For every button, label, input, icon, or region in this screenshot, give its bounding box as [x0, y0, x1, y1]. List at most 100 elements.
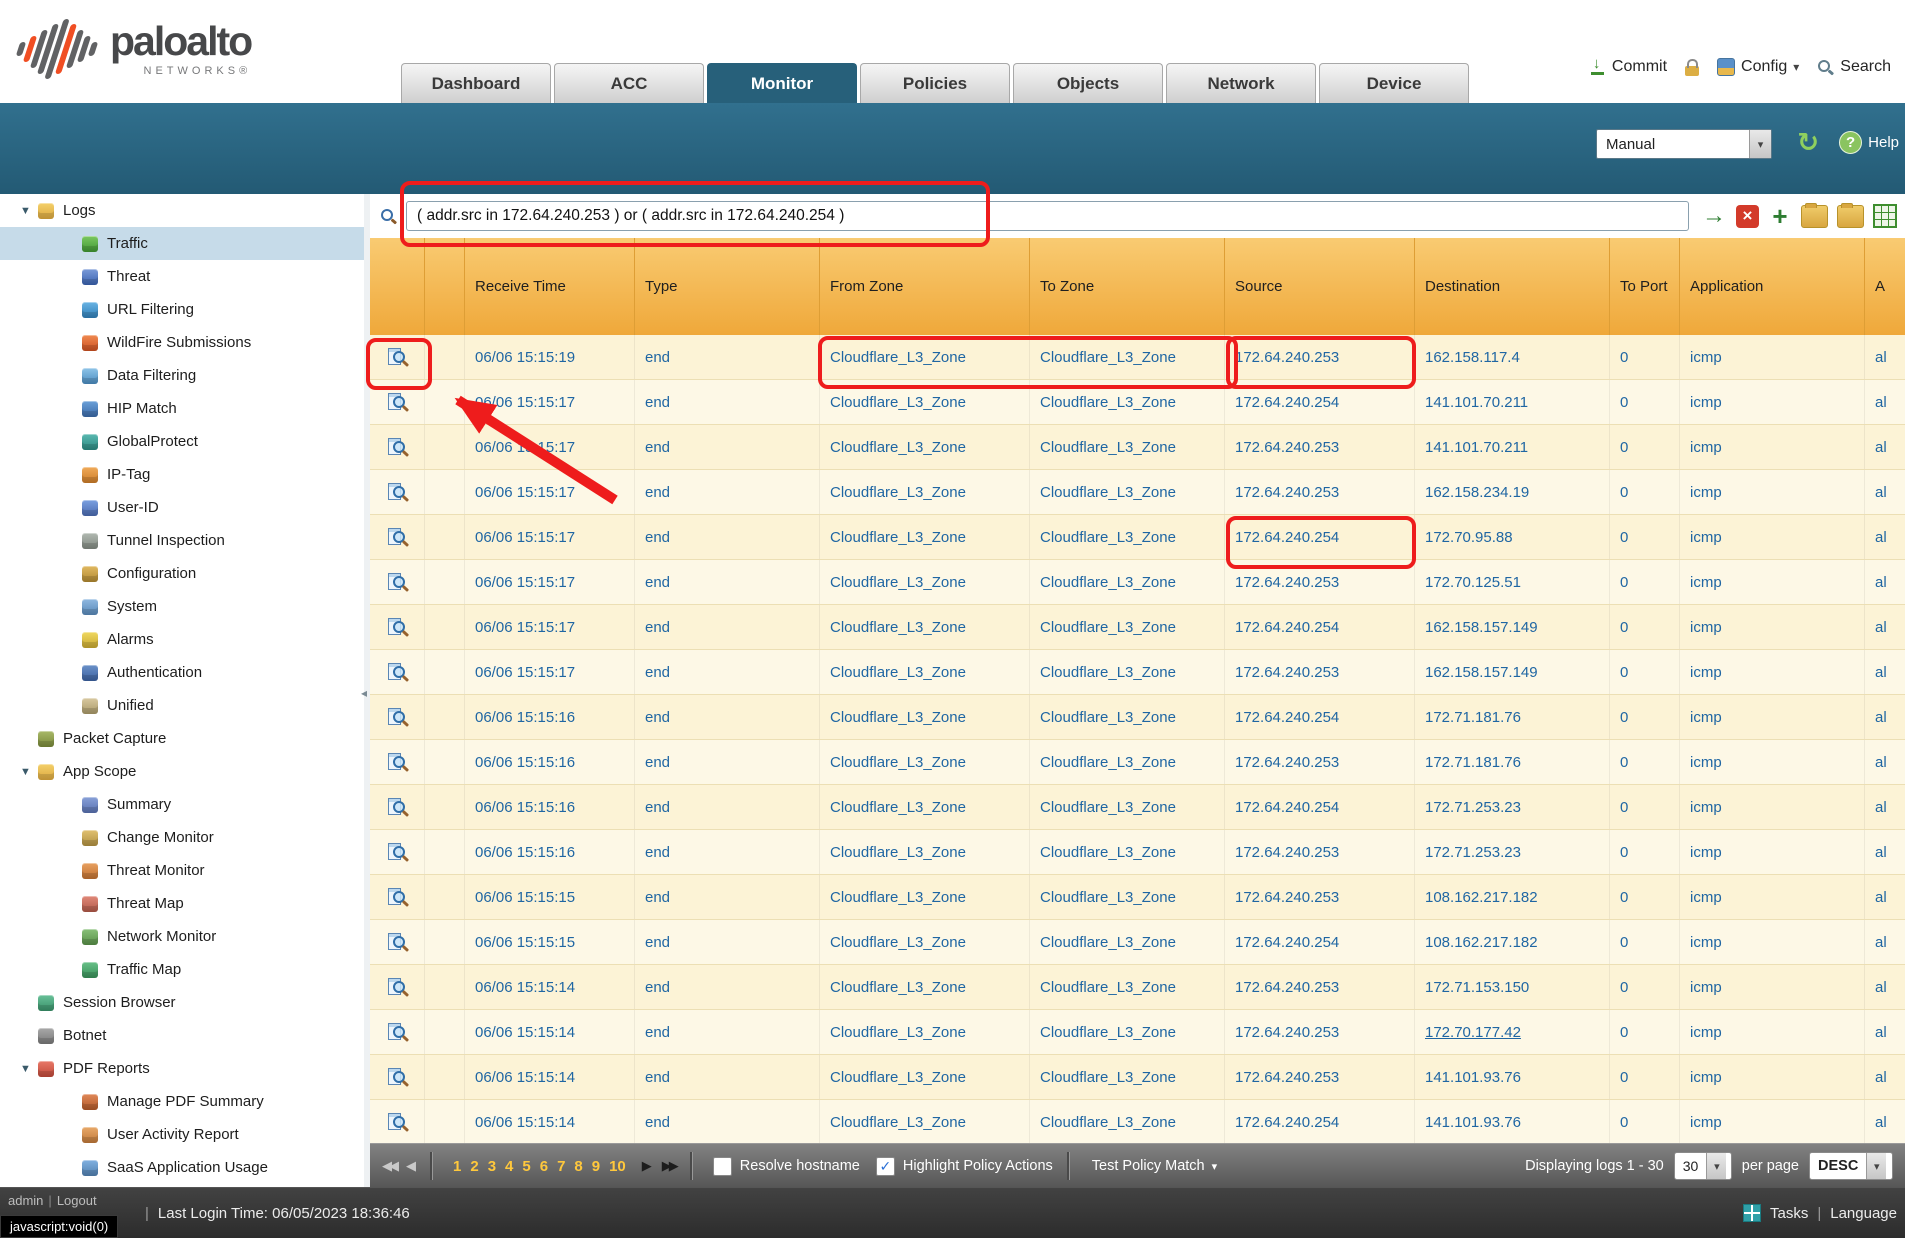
log-cell-dst[interactable]: 172.70.125.51 — [1425, 574, 1521, 591]
sidebar-item-system[interactable]: System — [0, 590, 364, 623]
log-cell-from[interactable]: Cloudflare_L3_Zone — [830, 844, 966, 861]
sidebar-item-unified[interactable]: Unified — [0, 689, 364, 722]
log-cell-src[interactable]: 172.64.240.254 — [1235, 709, 1339, 726]
log-detail-icon[interactable] — [387, 617, 408, 638]
sidebar-item-manage-pdf-summary[interactable]: Manage PDF Summary — [0, 1085, 364, 1118]
log-cell-to[interactable]: Cloudflare_L3_Zone — [1040, 619, 1176, 636]
logout-link[interactable]: Logout — [57, 1193, 97, 1208]
log-cell-port[interactable]: 0 — [1620, 1114, 1628, 1131]
page-link-1[interactable]: 1 — [453, 1158, 461, 1175]
log-detail-icon[interactable] — [387, 572, 408, 593]
log-cell-dst[interactable]: 162.158.157.149 — [1425, 619, 1538, 636]
tasks-button[interactable]: Tasks — [1770, 1205, 1808, 1222]
log-cell-app[interactable]: icmp — [1690, 979, 1722, 996]
log-cell-dst[interactable]: 172.71.153.150 — [1425, 979, 1529, 996]
log-cell-dst[interactable]: 108.162.217.182 — [1425, 934, 1538, 951]
column-header-from-zone[interactable]: From Zone — [820, 238, 1030, 335]
checkbox-checked-icon[interactable] — [876, 1157, 895, 1176]
log-cell-time[interactable]: 06/06 15:15:17 — [475, 484, 575, 501]
log-cell-from[interactable]: Cloudflare_L3_Zone — [830, 979, 966, 996]
log-cell-app[interactable]: icmp — [1690, 619, 1722, 636]
log-cell-dst[interactable]: 141.101.70.211 — [1425, 439, 1528, 456]
log-cell-type[interactable]: end — [645, 934, 670, 951]
log-cell-port[interactable]: 0 — [1620, 844, 1628, 861]
clear-filter-button[interactable]: × — [1736, 205, 1759, 228]
column-header-receive-time[interactable]: Receive Time — [465, 238, 635, 335]
log-detail-icon[interactable] — [387, 1067, 408, 1088]
log-cell-time[interactable]: 06/06 15:15:16 — [475, 844, 575, 861]
log-cell-act[interactable]: al — [1875, 574, 1887, 591]
export-logs-button[interactable] — [1873, 204, 1897, 228]
log-cell-from[interactable]: Cloudflare_L3_Zone — [830, 889, 966, 906]
log-cell-act[interactable]: al — [1875, 619, 1887, 636]
log-cell-time[interactable]: 06/06 15:15:16 — [475, 754, 575, 771]
log-cell-to[interactable]: Cloudflare_L3_Zone — [1040, 1069, 1176, 1086]
log-cell-to[interactable]: Cloudflare_L3_Zone — [1040, 529, 1176, 546]
log-cell-port[interactable]: 0 — [1620, 484, 1628, 501]
log-cell-src[interactable]: 172.64.240.253 — [1235, 439, 1339, 456]
log-cell-src[interactable]: 172.64.240.254 — [1235, 529, 1339, 546]
log-cell-port[interactable]: 0 — [1620, 619, 1628, 636]
log-cell-port[interactable]: 0 — [1620, 1069, 1628, 1086]
log-cell-time[interactable]: 06/06 15:15:17 — [475, 574, 575, 591]
log-detail-icon[interactable] — [387, 842, 408, 863]
log-cell-to[interactable]: Cloudflare_L3_Zone — [1040, 484, 1176, 501]
log-cell-act[interactable]: al — [1875, 529, 1887, 546]
sidebar-item-traffic[interactable]: Traffic — [0, 227, 364, 260]
log-cell-src[interactable]: 172.64.240.253 — [1235, 889, 1339, 906]
sidebar-item-ip-tag[interactable]: IP-Tag — [0, 458, 364, 491]
refresh-icon[interactable]: ↻ — [1797, 127, 1819, 158]
language-button[interactable]: Language — [1830, 1205, 1897, 1222]
log-cell-port[interactable]: 0 — [1620, 1024, 1628, 1041]
log-cell-src[interactable]: 172.64.240.254 — [1235, 619, 1339, 636]
config-menu[interactable]: Config ▾ — [1717, 58, 1799, 76]
log-cell-dst[interactable]: 162.158.117.4 — [1425, 349, 1520, 366]
page-link-9[interactable]: 9 — [592, 1158, 600, 1175]
log-cell-type[interactable]: end — [645, 664, 670, 681]
log-cell-app[interactable]: icmp — [1690, 799, 1722, 816]
log-cell-type[interactable]: end — [645, 574, 670, 591]
load-filter-button[interactable] — [1837, 205, 1864, 228]
lock-icon[interactable] — [1685, 66, 1699, 76]
log-cell-port[interactable]: 0 — [1620, 529, 1628, 546]
log-cell-to[interactable]: Cloudflare_L3_Zone — [1040, 574, 1176, 591]
log-cell-src[interactable]: 172.64.240.254 — [1235, 394, 1339, 411]
resolve-hostname-checkbox[interactable]: Resolve hostname — [713, 1157, 860, 1176]
column-header-source[interactable]: Source — [1225, 238, 1415, 335]
log-cell-port[interactable]: 0 — [1620, 889, 1628, 906]
log-detail-icon[interactable] — [387, 392, 408, 413]
log-cell-type[interactable]: end — [645, 529, 670, 546]
log-cell-from[interactable]: Cloudflare_L3_Zone — [830, 1024, 966, 1041]
sidebar-item-network-monitor[interactable]: Network Monitor — [0, 920, 364, 953]
page-link-5[interactable]: 5 — [522, 1158, 530, 1175]
log-cell-time[interactable]: 06/06 15:15:17 — [475, 619, 575, 636]
log-cell-to[interactable]: Cloudflare_L3_Zone — [1040, 439, 1176, 456]
log-cell-from[interactable]: Cloudflare_L3_Zone — [830, 574, 966, 591]
log-cell-dst[interactable]: 162.158.234.19 — [1425, 484, 1529, 501]
log-cell-app[interactable]: icmp — [1690, 1069, 1722, 1086]
log-cell-to[interactable]: Cloudflare_L3_Zone — [1040, 709, 1176, 726]
log-cell-app[interactable]: icmp — [1690, 484, 1722, 501]
log-cell-from[interactable]: Cloudflare_L3_Zone — [830, 709, 966, 726]
page-link-7[interactable]: 7 — [557, 1158, 565, 1175]
log-cell-src[interactable]: 172.64.240.253 — [1235, 664, 1339, 681]
refresh-interval-select[interactable]: Manual ▾ — [1596, 129, 1772, 159]
log-cell-act[interactable]: al — [1875, 844, 1887, 861]
log-cell-type[interactable]: end — [645, 709, 670, 726]
log-detail-icon[interactable] — [387, 482, 408, 503]
log-cell-type[interactable]: end — [645, 349, 670, 366]
log-cell-act[interactable]: al — [1875, 709, 1887, 726]
sidebar-item-url-filtering[interactable]: URL Filtering — [0, 293, 364, 326]
log-cell-to[interactable]: Cloudflare_L3_Zone — [1040, 664, 1176, 681]
dropdown-caret-icon[interactable]: ▾ — [1706, 1153, 1726, 1179]
log-cell-time[interactable]: 06/06 15:15:17 — [475, 394, 575, 411]
sidebar-item-threat[interactable]: Threat — [0, 260, 364, 293]
log-detail-icon[interactable] — [387, 527, 408, 548]
page-link-10[interactable]: 10 — [609, 1158, 626, 1175]
log-cell-act[interactable]: al — [1875, 934, 1887, 951]
log-cell-from[interactable]: Cloudflare_L3_Zone — [830, 439, 966, 456]
log-cell-from[interactable]: Cloudflare_L3_Zone — [830, 754, 966, 771]
log-cell-act[interactable]: al — [1875, 979, 1887, 996]
page-link-2[interactable]: 2 — [470, 1158, 478, 1175]
sort-order-select[interactable]: DESC ▾ — [1809, 1152, 1893, 1180]
